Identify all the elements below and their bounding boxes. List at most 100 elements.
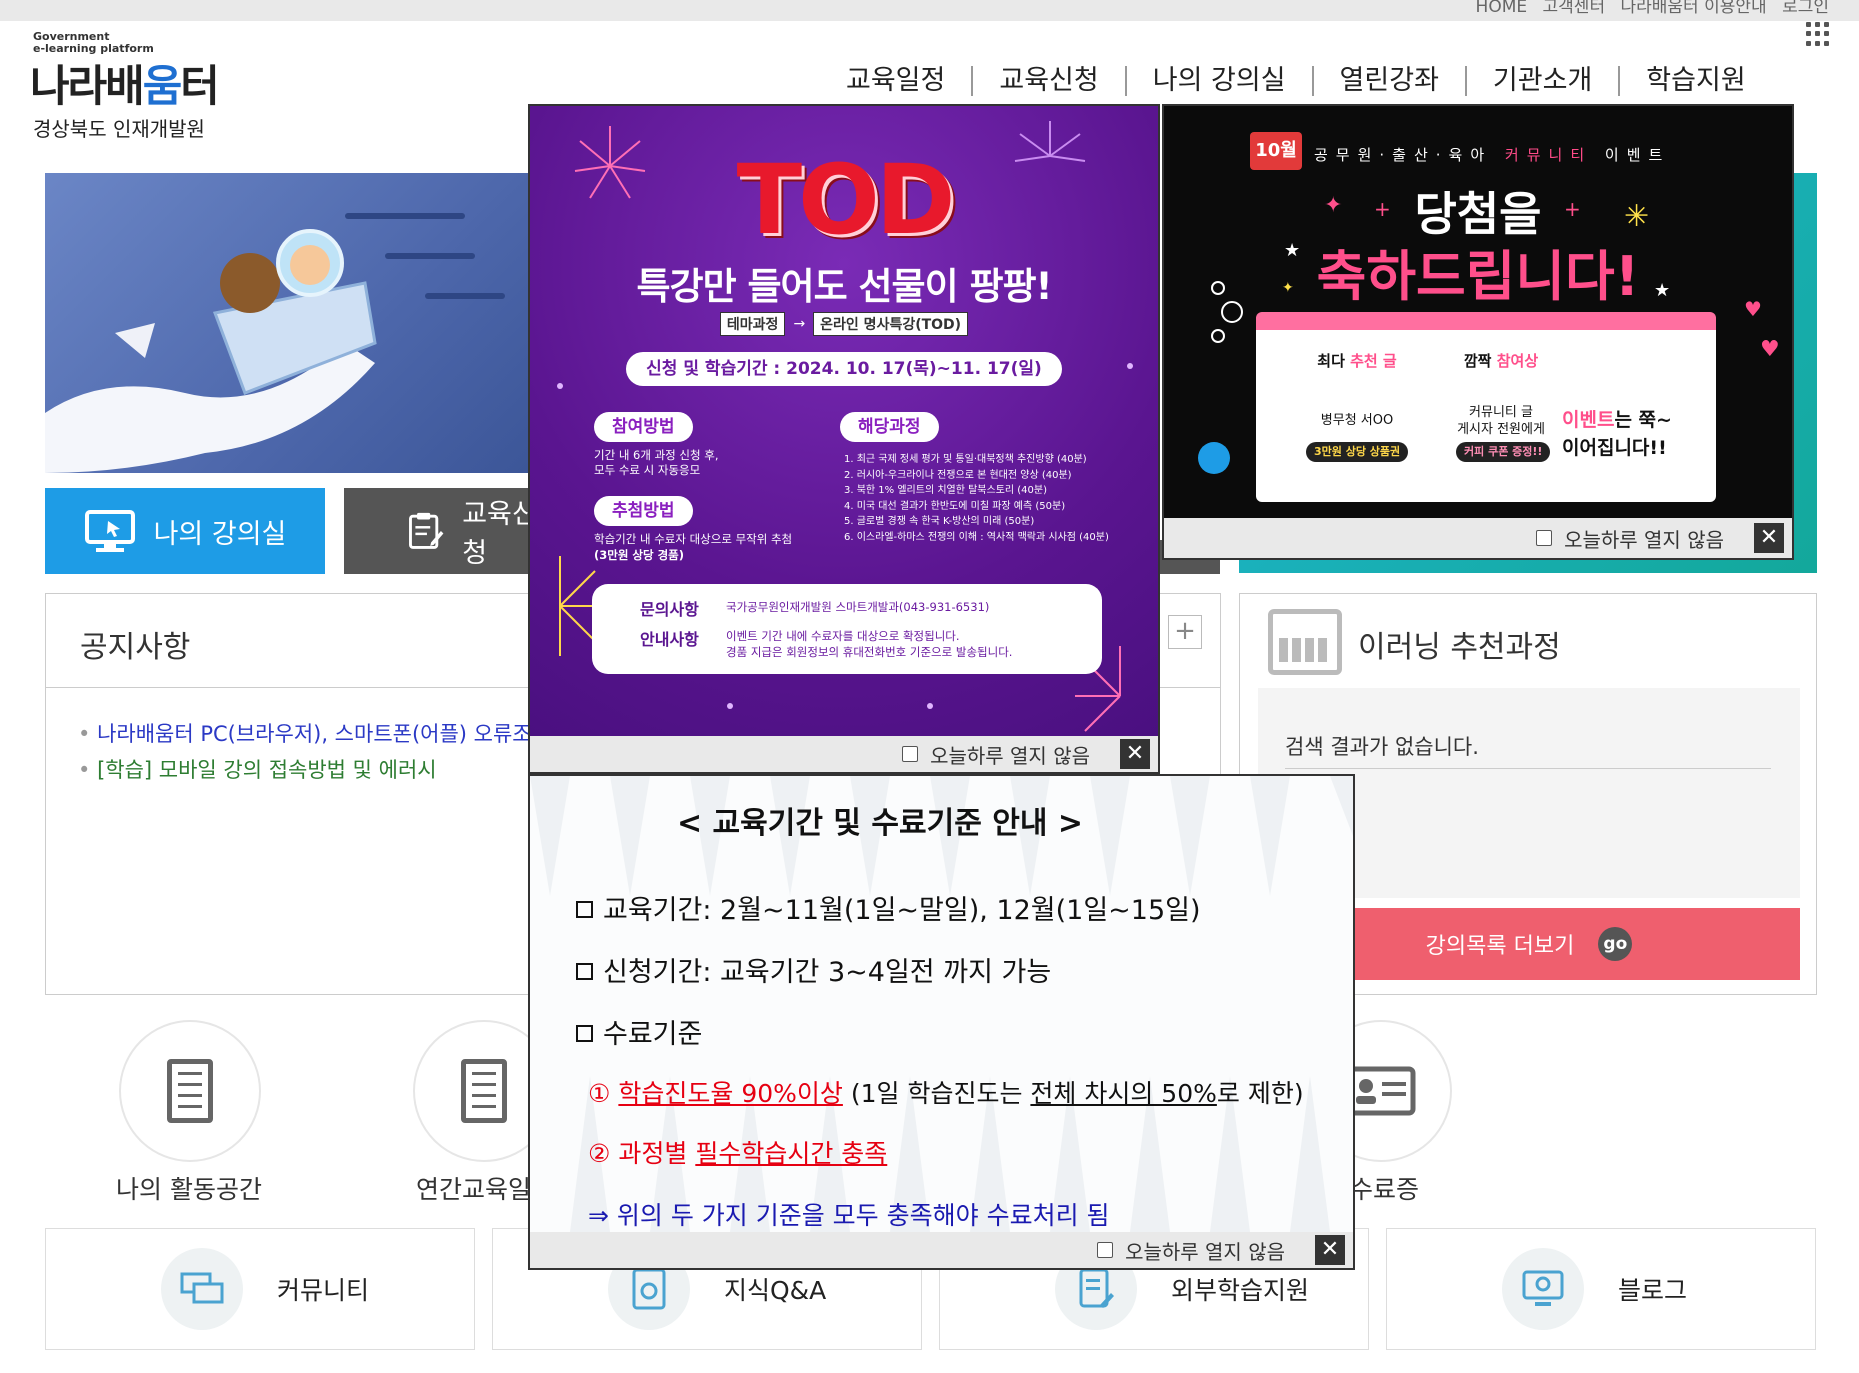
blog-label: 블로그 (1618, 1276, 1688, 1305)
tod-tag-theme: 테마과정 (719, 312, 786, 336)
notice-line-apply: 신청기간: 교육기간 3~4일전 까지 가능 (576, 950, 1051, 989)
chat-icon (161, 1248, 243, 1330)
event-col1-prize: 3만원 상당 상품권 (1306, 442, 1409, 462)
community-event-banner[interactable]: 10월 공무원·출산·육아 커뮤니티 이벤트 ✦ + + ✳ ★ ★ ✦ ♥ ♥… (1164, 106, 1792, 518)
tod-guide-label: 안내사항 (640, 630, 699, 649)
site-logo[interactable]: 나라배움터 (30, 52, 220, 114)
monitor-icon (84, 510, 135, 552)
menu-grid-icon[interactable] (1806, 22, 1830, 46)
nav-support[interactable]: 학습지원 (1618, 66, 1771, 96)
notice-popup-title: < 교육기간 및 수료기준 안내 > (676, 806, 1084, 841)
event-col1-winner: 병무청 서OO (1320, 413, 1394, 428)
certificate-label: 수료증 (1350, 1175, 1420, 1204)
recommend-empty-message: 검색 결과가 없습니다. (1285, 735, 1479, 759)
nav-my-lecture[interactable]: 나의 강의실 (1124, 66, 1312, 96)
notice-list: 나라배움터 PC(브라우저), 스마트폰(어플) 오류조치 [학습] 모바일 강… (78, 716, 551, 788)
blog-card[interactable]: 블로그 (1386, 1228, 1816, 1350)
recommend-title: 이러닝 추천과정 (1358, 630, 1561, 665)
tod-event-banner[interactable]: TOD 특강만 들어도 선물이 팡팡! 테마과정 → 온라인 명사특강(TOD)… (530, 106, 1158, 736)
clipboard-icon (461, 1059, 507, 1123)
util-guide-link[interactable]: 나라배움터 이용안내 (1621, 0, 1767, 17)
event-continues-text: 이벤트는 쭉~ 이어집니다!! (1562, 409, 1672, 459)
svg-text:♥: ♥ (1760, 337, 1780, 362)
notice-popup-body: < 교육기간 및 수료기준 안내 > 교육기간: 2월~11월(1일~말일), … (530, 776, 1353, 1232)
tod-draw-label: 추첨방법 (594, 496, 693, 526)
notice-line-criteria: 수료기준 (576, 1012, 702, 1051)
clipboard-edit-icon (409, 512, 444, 549)
tod-popup-footer: 오늘하루 열지 않음 ✕ (530, 736, 1158, 772)
close-icon[interactable]: ✕ (1120, 739, 1150, 769)
tod-draw-prize: (3만원 상당 경품) (594, 548, 685, 562)
event-title-line2: 축하드립니다! (1316, 245, 1640, 308)
util-login-link[interactable]: 로그인 (1782, 0, 1829, 17)
more-label: 강의목록 더보기 (1425, 934, 1575, 959)
tod-how-text: 기간 내 6개 과정 신청 후, 모두 수료 시 자동응모 (594, 448, 719, 477)
notice-item[interactable]: 나라배움터 PC(브라우저), 스마트폰(어플) 오류조치 (78, 716, 551, 752)
checkbox-square-icon (576, 901, 593, 918)
event-col2-winner: 커뮤니티 글 게시자 전원에게 (1457, 405, 1545, 437)
dont-show-today-checkbox[interactable] (1536, 530, 1553, 546)
notice-popup-footer: 오늘하루 열지 않음 ✕ (530, 1232, 1353, 1268)
notice-criteria-2: ② 과정별 필수학습시간 충족 (588, 1139, 888, 1168)
external-learning-label: 외부학습지원 (1171, 1276, 1310, 1305)
util-support-link[interactable]: 고객센터 (1543, 0, 1606, 17)
org-name: 경상북도 인재개발원 (33, 117, 205, 141)
id-card-icon (1346, 1066, 1416, 1116)
notice-criteria-1: ① 학습진도율 90%이상 (1일 학습진도는 전체 차시의 50%로 제한) (588, 1079, 1304, 1108)
tod-info-box: 문의사항 국가공무원인재개발원 스마트개발과(043-931-6531) 안내사… (592, 584, 1102, 674)
checkbox-square-icon (576, 1025, 593, 1042)
tod-guide-text: 이벤트 기간 내에 수료자를 대상으로 확정됩니다. 경품 지급은 회원정보의 … (726, 629, 1013, 659)
tod-courses-list: 1. 최근 국제 정세 평가 및 통일·대북정책 추진방향 (40분) 2. 러… (844, 454, 1109, 543)
utility-links: HOME 고객센터 나라배움터 이용안내 로그인 (1466, 0, 1829, 17)
apply-button[interactable]: 교육신청 (344, 488, 544, 574)
notice-more-button[interactable]: + (1168, 615, 1202, 649)
blog-monitor-icon (1502, 1248, 1584, 1330)
tod-draw-text: 학습기간 내 수료자 대상으로 무작위 추첨 (594, 532, 793, 546)
activity-space-label: 나의 활동공간 (116, 1175, 262, 1204)
divider (1285, 768, 1771, 769)
tod-inquiry-label: 문의사항 (640, 600, 699, 619)
calendar-icon (1268, 609, 1342, 675)
document-icon (167, 1059, 213, 1123)
main-banner-image (45, 173, 545, 473)
notice-summary: ⇒ 위의 두 가지 기준을 모두 충족해야 수료처리 됨 (588, 1201, 1110, 1230)
event-col1-title: 최다 추천 글 (1317, 352, 1397, 370)
event-col2-prize: 커피 쿠폰 증정!! (1456, 442, 1551, 462)
tod-inquiry-text: 국가공무원인재개발원 스마트개발과(043-931-6531) (726, 600, 990, 614)
nav-open-course[interactable]: 열린강좌 (1311, 66, 1465, 96)
dont-show-today-label: 오늘하루 열지 않음 (1125, 1239, 1285, 1264)
notice-line-period: 교육기간: 2월~11월(1일~말일), 12월(1일~15일) (576, 888, 1201, 927)
tod-headline: 특강만 들어도 선물이 팡팡! (636, 265, 1053, 308)
event-col2-title: 깜짝 참여상 (1463, 352, 1539, 370)
my-lecture-label: 나의 강의실 (153, 518, 287, 550)
dont-show-today-label: 오늘하루 열지 않음 (930, 743, 1090, 768)
tod-tag-online: 온라인 명사특강(TOD) (813, 312, 969, 336)
dont-show-today-label: 오늘하루 열지 않음 (1564, 527, 1724, 552)
close-icon[interactable]: ✕ (1315, 1235, 1345, 1265)
tod-tags: 테마과정 → 온라인 명사특강(TOD) (530, 312, 1158, 336)
education-notice-popup: < 교육기간 및 수료기준 안내 > 교육기간: 2월~11월(1일~말일), … (528, 774, 1355, 1270)
main-nav: 교육일정 교육신청 나의 강의실 열린강좌 기관소개 학습지원 (820, 66, 1772, 96)
go-icon: go (1598, 927, 1633, 961)
community-label: 커뮤니티 (277, 1276, 370, 1305)
nav-about[interactable]: 기관소개 (1464, 66, 1618, 96)
community-card[interactable]: 커뮤니티 (45, 1228, 475, 1350)
tod-courses-label: 해당과정 (840, 412, 939, 442)
banner-illustration (45, 213, 505, 473)
util-home-link[interactable]: HOME (1476, 0, 1528, 17)
my-lecture-button[interactable]: 나의 강의실 (45, 488, 325, 574)
activity-space-button[interactable] (119, 1020, 261, 1162)
tod-how-label: 참여방법 (594, 412, 693, 442)
event-popup-footer: 오늘하루 열지 않음 ✕ (1164, 518, 1792, 558)
dont-show-today-checkbox[interactable] (902, 746, 919, 762)
tod-logo: TOD (736, 144, 956, 256)
dont-show-today-checkbox[interactable] (1097, 1242, 1114, 1258)
notice-item[interactable]: [학습] 모바일 강의 접속방법 및 에러시 (78, 752, 551, 788)
community-event-popup: 10월 공무원·출산·육아 커뮤니티 이벤트 ✦ + + ✳ ★ ★ ✦ ♥ ♥… (1162, 104, 1794, 560)
tod-period: 신청 및 학습기간 : 2024. 10. 17(목)~11. 17(일) (626, 352, 1062, 386)
knowledge-qa-label: 지식Q&A (724, 1276, 827, 1305)
nav-apply[interactable]: 교육신청 (971, 66, 1124, 96)
nav-schedule[interactable]: 교육일정 (820, 66, 971, 96)
notice-title: 공지사항 (80, 630, 191, 665)
close-icon[interactable]: ✕ (1754, 523, 1784, 553)
